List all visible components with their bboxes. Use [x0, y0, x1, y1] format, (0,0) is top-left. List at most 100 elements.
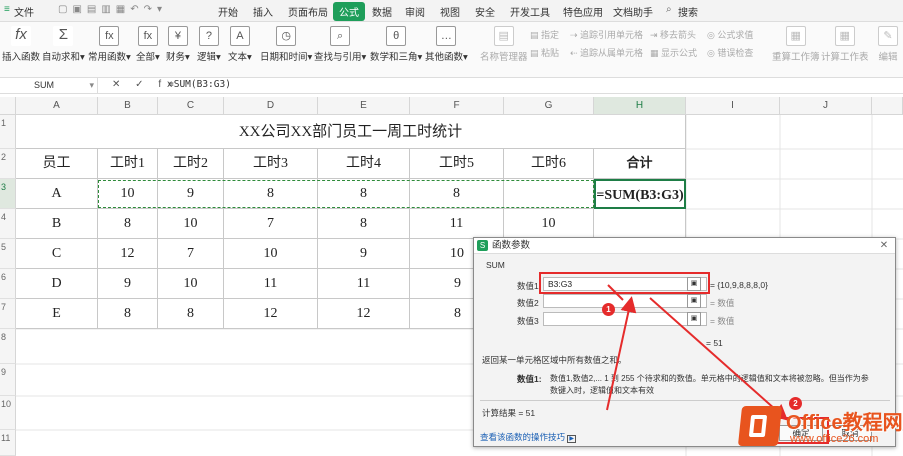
col-header-j[interactable]: J — [780, 97, 872, 115]
name-box[interactable]: SUM ▾ — [4, 78, 98, 93]
recalc-workbook-button[interactable]: ▦ 重算工作簿 — [772, 26, 820, 63]
table-cell[interactable]: 10 — [410, 239, 473, 269]
header-cell-hours2[interactable]: 工时2 — [158, 149, 224, 179]
header-cell-hours4[interactable]: 工时4 — [318, 149, 410, 179]
table-cell[interactable]: 8 — [98, 299, 158, 329]
header-cell-total[interactable]: 合计 — [594, 149, 686, 179]
quick-access-icons[interactable]: ▢▣▤▥▦↶↷▾ — [58, 4, 167, 15]
table-cell[interactable]: D — [16, 269, 98, 299]
col-header-h[interactable]: H — [594, 97, 686, 115]
table-cell[interactable]: 10 — [504, 209, 594, 239]
col-header-f[interactable]: F — [410, 97, 504, 115]
close-icon[interactable]: ✕ — [877, 238, 891, 254]
tab-insert[interactable]: 插入 — [253, 4, 273, 19]
table-cell[interactable]: 11 — [410, 209, 504, 239]
table-cell[interactable]: 8 — [318, 209, 410, 239]
table-cell[interactable]: 8 — [410, 179, 504, 209]
col-header-g[interactable]: G — [504, 97, 594, 115]
table-cell[interactable]: 9 — [410, 269, 473, 299]
header-cell-hours3[interactable]: 工时3 — [224, 149, 318, 179]
all-functions-button[interactable]: fx 全部▾ — [136, 26, 160, 63]
arg1-input[interactable]: B3:G3 — [543, 277, 707, 291]
define-button[interactable]: ▤ 指定 — [530, 28, 559, 41]
text-button[interactable]: A 文本▾ — [228, 26, 252, 63]
tab-formulas[interactable]: 公式 — [333, 2, 365, 21]
table-cell[interactable]: 9 — [318, 239, 410, 269]
table-cell[interactable]: 11 — [318, 269, 410, 299]
row-header-7[interactable]: 7 — [0, 299, 16, 329]
row-header-4[interactable]: 4 — [0, 209, 16, 239]
table-cell[interactable]: C — [16, 239, 98, 269]
table-cell[interactable]: 12 — [318, 299, 410, 329]
autosum-button[interactable]: Σ 自动求和▾ — [42, 26, 85, 63]
table-cell[interactable]: 8 — [98, 209, 158, 239]
table-cell[interactable]: B — [16, 209, 98, 239]
help-link[interactable]: 查看该函数的操作技巧 ▶ — [480, 431, 577, 443]
tab-features[interactable]: 特色应用 — [563, 4, 603, 19]
trace-precedents-button[interactable]: ⇢ 追踪引用单元格 — [570, 28, 643, 41]
arg2-input[interactable] — [543, 294, 707, 308]
insert-function-button[interactable]: fx 插入函数 — [2, 26, 40, 63]
header-cell-hours6[interactable]: 工时6 — [504, 149, 594, 179]
chevron-down-icon[interactable]: ▾ — [89, 78, 94, 93]
table-cell[interactable]: 10 — [224, 239, 318, 269]
row-header-10[interactable]: 10 — [0, 396, 16, 430]
header-cell-hours1[interactable]: 工时1 — [98, 149, 158, 179]
table-cell[interactable]: 12 — [98, 239, 158, 269]
tab-security[interactable]: 安全 — [475, 4, 495, 19]
row-header-11[interactable]: 11 — [0, 430, 16, 456]
name-manager-button[interactable]: ▤ 名称管理器 — [480, 26, 528, 63]
tab-review[interactable]: 审阅 — [405, 4, 425, 19]
lookup-button[interactable]: ⌕ 查找与引用▾ — [314, 26, 366, 63]
col-header-k[interactable] — [872, 97, 903, 115]
col-header-c[interactable]: C — [158, 97, 224, 115]
table-cell[interactable]: 7 — [224, 209, 318, 239]
row-header-8[interactable]: 8 — [0, 329, 16, 364]
select-all-corner[interactable] — [0, 97, 16, 115]
table-cell[interactable]: A — [16, 179, 98, 209]
header-cell-employee[interactable]: 员工 — [16, 149, 98, 179]
table-cell[interactable]: 8 — [224, 179, 318, 209]
tab-data[interactable]: 数据 — [372, 4, 392, 19]
col-header-b[interactable]: B — [98, 97, 158, 115]
finance-button[interactable]: ¥ 财务▾ — [166, 26, 190, 63]
dialog-titlebar[interactable]: S 函数参数 ✕ — [474, 238, 895, 254]
table-cell[interactable]: 8 — [318, 179, 410, 209]
math-button[interactable]: θ 数学和三角▾ — [370, 26, 422, 63]
table-cell[interactable]: 8 — [410, 299, 473, 329]
row-header-2[interactable]: 2 — [0, 149, 16, 179]
row-header-9[interactable]: 9 — [0, 364, 16, 396]
menu-icon[interactable]: ≡ — [4, 4, 10, 15]
calc-sheet-button[interactable]: ▦ 计算工作表 — [821, 26, 869, 63]
col-header-i[interactable]: I — [686, 97, 780, 115]
paste-button[interactable]: ▤ 粘贴 — [530, 46, 559, 59]
logic-button[interactable]: ? 逻辑▾ — [197, 26, 221, 63]
table-cell[interactable]: 10 — [158, 209, 224, 239]
tab-doc-assistant[interactable]: 文档助手 — [613, 4, 653, 19]
col-header-e[interactable]: E — [318, 97, 410, 115]
table-cell[interactable]: 7 — [158, 239, 224, 269]
collapse-dialog-icon[interactable]: ▣ — [687, 294, 701, 308]
table-cell[interactable]: 9 — [158, 179, 224, 209]
common-functions-button[interactable]: fx 常用函数▾ — [88, 26, 131, 63]
table-cell[interactable] — [504, 179, 594, 209]
table-cell[interactable] — [594, 209, 686, 239]
collapse-dialog-icon[interactable]: ▣ — [687, 312, 701, 326]
formula-eval-button[interactable]: ◎ 公式求值 — [707, 28, 753, 41]
row-header-3[interactable]: 3 — [0, 179, 16, 209]
file-menu[interactable]: 文件 — [14, 4, 34, 19]
table-cell[interactable]: 9 — [98, 269, 158, 299]
table-cell[interactable]: 8 — [158, 299, 224, 329]
tab-view[interactable]: 视图 — [440, 4, 460, 19]
header-cell-hours5[interactable]: 工时5 — [410, 149, 504, 179]
active-cell-total[interactable]: =SUM(B3:G3) — [594, 179, 686, 209]
search-icon[interactable]: ⌕ — [666, 4, 672, 15]
col-header-a[interactable]: A — [16, 97, 98, 115]
col-header-d[interactable]: D — [224, 97, 318, 115]
datetime-button[interactable]: ◷ 日期和时间▾ — [260, 26, 312, 63]
search-label[interactable]: 搜索 — [678, 4, 698, 19]
error-check-button[interactable]: ◎ 错误检查 — [707, 46, 753, 59]
trace-dependents-button[interactable]: ⇠ 追踪从属单元格 — [570, 46, 643, 59]
row-header-5[interactable]: 5 — [0, 239, 16, 269]
table-cell[interactable]: 10 — [98, 179, 158, 209]
